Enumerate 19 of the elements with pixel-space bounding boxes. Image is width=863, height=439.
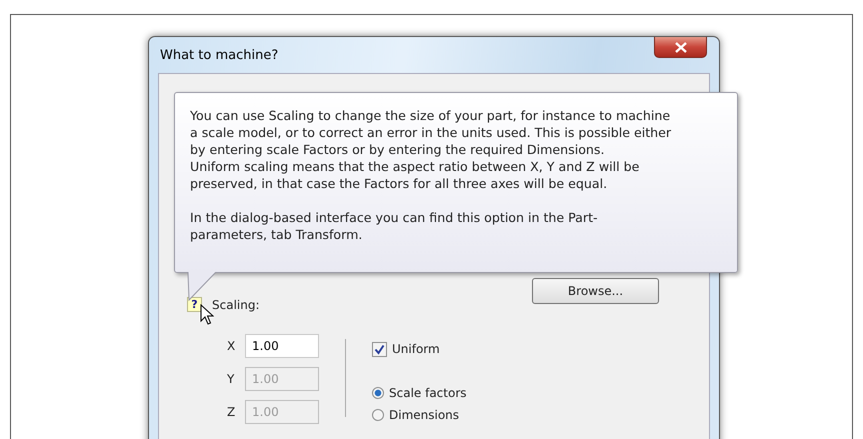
axis-label: Y: [227, 372, 236, 386]
close-icon: [674, 42, 688, 52]
radio-button[interactable]: [372, 409, 384, 421]
scaling-label: Scaling:: [212, 298, 260, 312]
axis-label: X: [227, 339, 236, 353]
axis-label: Z: [227, 405, 236, 419]
input-field[interactable]: 1.00: [245, 334, 319, 358]
window-title: What to machine?: [160, 48, 278, 63]
checkbox[interactable]: [372, 342, 387, 356]
radio-button[interactable]: [372, 387, 384, 399]
radio-label: Dimensions: [389, 408, 460, 422]
tooltip-paragraph: You can use Scaling to change the size of your part, for instance to machine a scale model, or to correct an error in the units used. This is possible either by entering scale Factors or by entering the required Dimensions. Uniform scaling means that the aspect ratio between X, Y and Z will be preserved, in that case the Factors for all three axes will be equal.: [190, 107, 672, 192]
mouse-pointer-icon: [200, 304, 214, 326]
help-button[interactable]: ?: [187, 297, 202, 312]
tooltip-paragraph: In the dialog-based interface you can find this option in the Part- parameters, tab Transform.: [190, 209, 599, 243]
close-button[interactable]: [654, 37, 707, 58]
radio-label: Scale factors: [389, 386, 467, 400]
checkbox-label: Uniform: [392, 342, 440, 356]
browse-button[interactable]: Browse...: [532, 278, 659, 304]
